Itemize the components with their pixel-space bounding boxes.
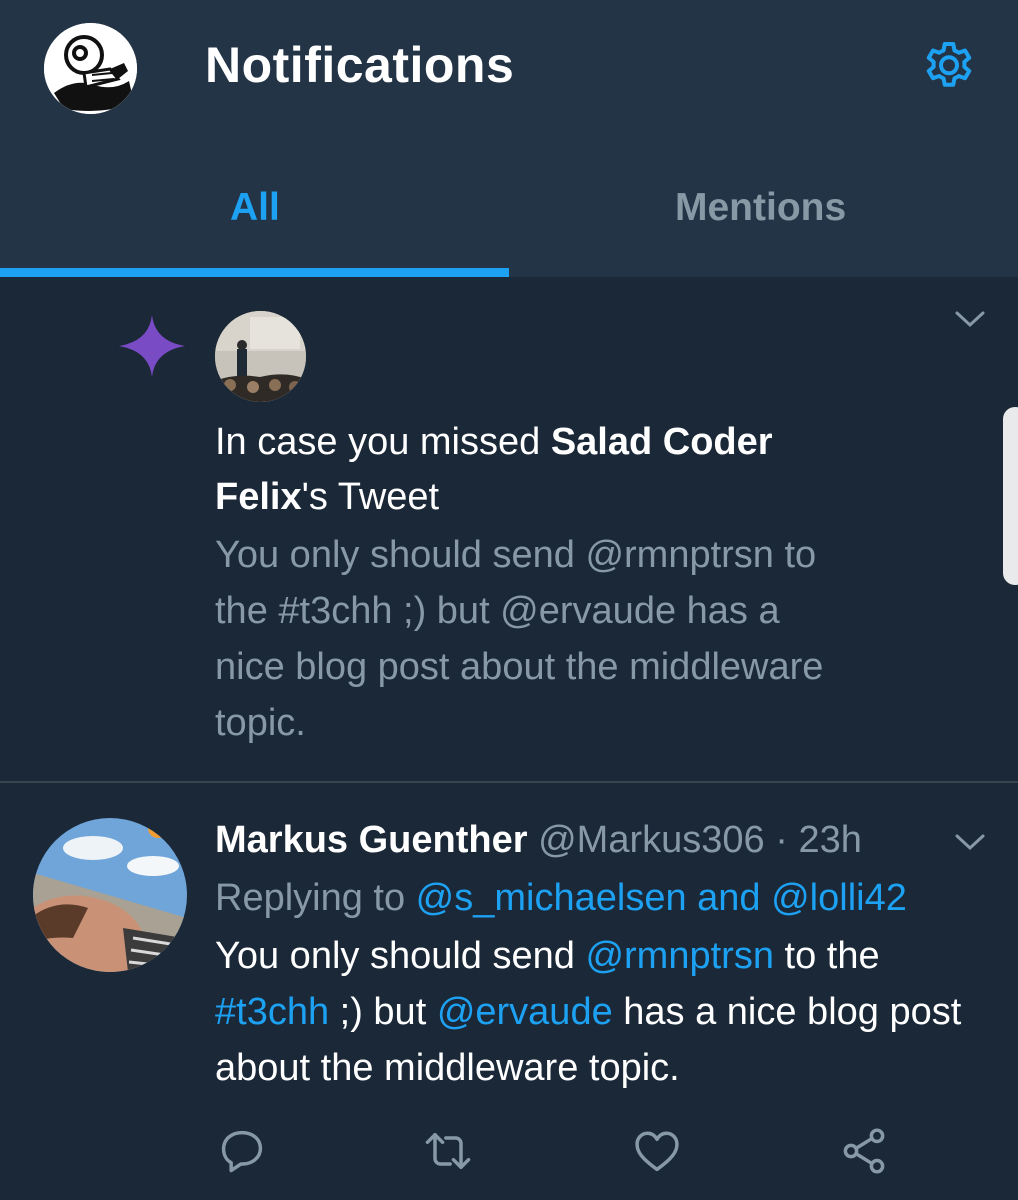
profile-avatar[interactable]	[44, 23, 137, 114]
author-avatar[interactable]	[215, 311, 306, 402]
tweet-text-part: ;) but	[329, 991, 437, 1033]
divider	[0, 781, 1018, 783]
tweet-time: 23h	[798, 819, 862, 861]
tweet-author-name[interactable]: Markus Guenther	[215, 819, 528, 861]
share-icon[interactable]	[838, 1125, 890, 1177]
chevron-down-icon[interactable]	[954, 309, 986, 329]
like-icon[interactable]	[631, 1125, 683, 1177]
notification-text: In case you missed Salad Coder Felix's T…	[215, 415, 855, 525]
sparkle-icon	[117, 313, 187, 379]
tweet-separator: ·	[764, 819, 799, 861]
tweet-header: Markus Guenther @Markus306 · 23h	[215, 812, 862, 868]
reply-icon[interactable]	[216, 1125, 268, 1177]
active-tab-indicator	[0, 268, 509, 277]
notification-prefix: In case you missed	[215, 421, 551, 463]
replying-prefix: Replying to	[215, 877, 416, 919]
tab-mentions[interactable]: Mentions	[675, 186, 846, 230]
scrollbar[interactable]	[1003, 407, 1018, 585]
mention-link[interactable]: @rmnptrsn	[585, 935, 774, 977]
tweet-text-part: You only should send	[215, 935, 586, 977]
tab-all[interactable]: All	[230, 186, 280, 230]
gear-icon[interactable]	[916, 34, 982, 94]
tweet-text-part: to the	[773, 935, 880, 977]
replying-to-users[interactable]: @s_michaelsen and @lolli42	[416, 877, 907, 919]
notification-preview: You only should send @rmnptrsn to the #t…	[215, 534, 824, 744]
hashtag-link[interactable]: #t3chh	[215, 991, 329, 1033]
retweet-icon[interactable]	[422, 1125, 474, 1177]
page-title: Notifications	[205, 37, 515, 93]
mention-link[interactable]: @ervaude	[437, 991, 613, 1033]
tweet-handle[interactable]: @Markus306	[538, 819, 765, 861]
chevron-down-icon[interactable]	[954, 832, 986, 852]
tweet-text: You only should send @rmnptrsn to the #t…	[215, 928, 975, 1096]
tweet-author-avatar[interactable]	[33, 818, 187, 972]
notification-suffix: 's Tweet	[301, 476, 440, 518]
replying-to: Replying to @s_michaelsen and @lolli42	[215, 870, 907, 926]
